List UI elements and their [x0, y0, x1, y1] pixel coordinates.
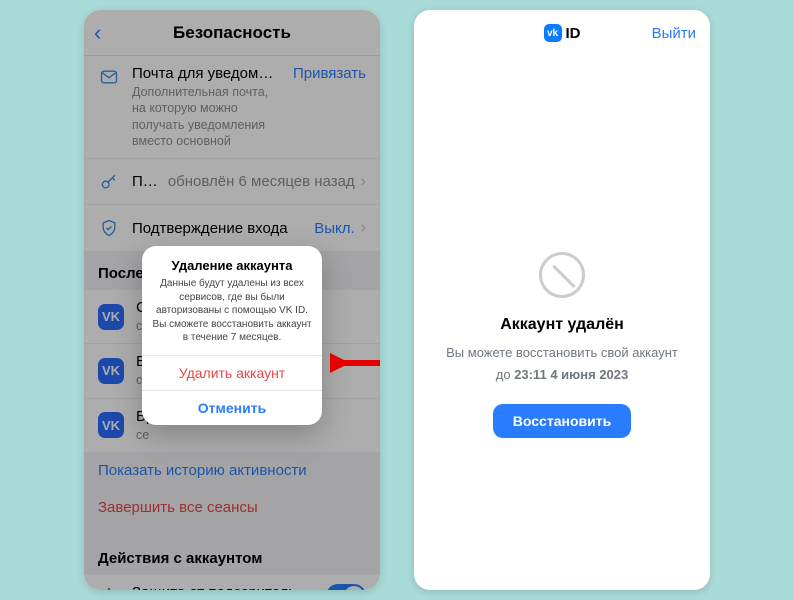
dialog-title: Удаление аккаунта [142, 246, 322, 277]
delete-account-dialog: Удаление аккаунта Данные будут удалены и… [142, 246, 322, 425]
deleted-message: Аккаунт удалён Вы можете восстановить св… [414, 252, 710, 438]
vk-id-logo: vk ID [544, 24, 581, 42]
restore-button[interactable]: Восстановить [493, 404, 631, 438]
vk-square-icon: vk [544, 24, 562, 42]
brand-id: ID [566, 25, 581, 42]
dialog-delete-button[interactable]: Удалить аккаунт [142, 355, 322, 390]
deleted-until: до 23:11 4 июня 2023 [496, 366, 629, 384]
ban-icon [539, 252, 585, 298]
header: vk ID Выйти [414, 10, 710, 56]
logout-button[interactable]: Выйти [652, 25, 696, 42]
security-screen: ‹ Безопасность Почта для уведомлений Доп… [84, 10, 380, 590]
dialog-cancel-button[interactable]: Отменить [142, 390, 322, 425]
deleted-title: Аккаунт удалён [500, 316, 624, 334]
dialog-body: Данные будут удалены из всех сервисов, г… [142, 277, 322, 355]
deleted-line1: Вы можете восстановить свой аккаунт [446, 344, 678, 362]
account-deleted-screen: vk ID Выйти Аккаунт удалён Вы можете вос… [414, 10, 710, 590]
